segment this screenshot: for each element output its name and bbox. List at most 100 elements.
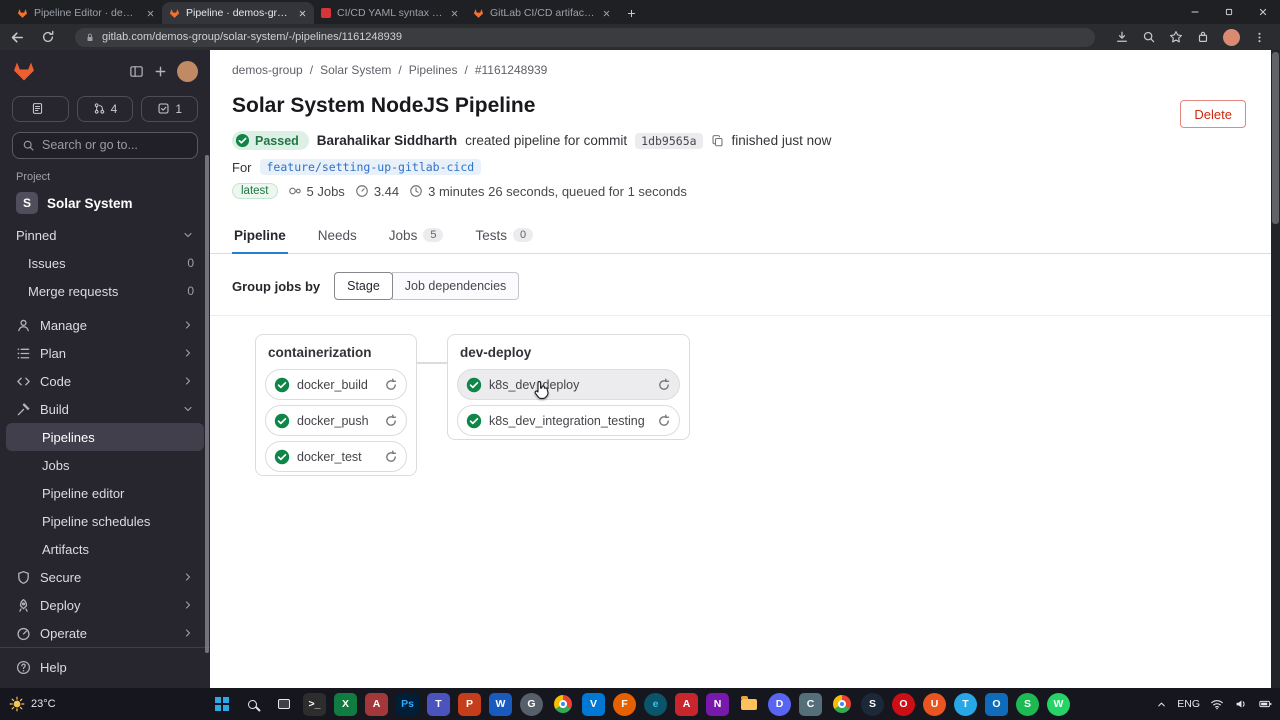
sidebar-item-issues[interactable]: Issues 0 xyxy=(6,249,204,277)
telegram-icon[interactable]: T xyxy=(954,692,977,716)
project-item[interactable]: S Solar System xyxy=(6,187,204,219)
retry-job-icon[interactable] xyxy=(384,377,398,392)
teams-icon[interactable]: T xyxy=(427,692,450,716)
job-k8s-dev-integration-testing[interactable]: k8s_dev_integration_testing xyxy=(457,405,680,436)
edge-icon[interactable]: e xyxy=(644,692,667,716)
reload-icon[interactable] xyxy=(41,30,55,44)
sidebar-item-pipeline-schedules[interactable]: Pipeline schedules xyxy=(6,507,204,535)
browser-tab-2-active[interactable]: Pipeline · demos-group / Solar Sys xyxy=(162,2,314,24)
onenote-icon[interactable]: N xyxy=(706,692,729,716)
volume-icon[interactable] xyxy=(1234,697,1248,711)
sidebar-scrollbar-thumb[interactable] xyxy=(205,155,209,653)
issues-shortcut-button[interactable] xyxy=(12,95,69,122)
battery-icon[interactable] xyxy=(1258,697,1273,711)
sidebar-item-secure[interactable]: Secure xyxy=(6,563,204,591)
copy-icon[interactable] xyxy=(711,134,724,147)
minimize-button[interactable] xyxy=(1178,0,1212,24)
breadcrumb-project[interactable]: Solar System xyxy=(320,63,391,77)
terminal-icon[interactable]: >_ xyxy=(303,692,326,716)
task-view-icon[interactable] xyxy=(272,693,295,716)
sidebar-item-deploy[interactable]: Deploy xyxy=(6,591,204,619)
todos-shortcut-button[interactable]: 1 xyxy=(141,95,199,122)
photoshop-icon[interactable]: Ps xyxy=(396,692,419,716)
sidebar-item-pipeline-editor[interactable]: Pipeline editor xyxy=(6,479,204,507)
tab-pipeline[interactable]: Pipeline xyxy=(232,218,288,254)
tab-close-icon[interactable] xyxy=(146,9,155,18)
page-scrollbar[interactable] xyxy=(1271,50,1280,688)
search-icon[interactable] xyxy=(241,693,264,716)
retry-job-icon[interactable] xyxy=(384,449,398,464)
sidebar-item-jobs[interactable]: Jobs xyxy=(6,451,204,479)
whatsapp-icon[interactable]: W xyxy=(1047,692,1070,716)
page-scrollbar-thumb[interactable] xyxy=(1272,52,1279,224)
sidebar-item-code[interactable]: Code xyxy=(6,367,204,395)
tab-jobs[interactable]: Jobs 5 xyxy=(387,218,446,254)
tab-tests[interactable]: Tests 0 xyxy=(473,218,535,254)
tray-chevron-up-icon[interactable] xyxy=(1156,699,1167,710)
chrome-icon[interactable] xyxy=(551,693,574,716)
sidebar-item-plan[interactable]: Plan xyxy=(6,339,204,367)
file-explorer-icon[interactable] xyxy=(737,693,760,716)
group-by-stage-button[interactable]: Stage xyxy=(334,272,393,300)
browser-tab-3[interactable]: CI/CD YAML syntax reference | GitLab xyxy=(314,2,466,24)
new-tab-button[interactable] xyxy=(618,2,644,24)
camera-icon[interactable]: C xyxy=(799,692,822,716)
start-icon[interactable] xyxy=(210,693,233,716)
sidebar-collapse-icon[interactable] xyxy=(129,64,144,79)
group-by-job-dependencies-button[interactable]: Job dependencies xyxy=(391,272,520,300)
steam-icon[interactable]: S xyxy=(861,692,884,716)
delete-button[interactable]: Delete xyxy=(1180,100,1246,128)
tab-close-icon[interactable] xyxy=(298,9,307,18)
retry-job-icon[interactable] xyxy=(384,413,398,428)
status-badge[interactable]: Passed xyxy=(232,131,309,150)
access-icon[interactable]: A xyxy=(365,692,388,716)
spotify-icon[interactable]: S xyxy=(1016,692,1039,716)
merge-requests-shortcut-button[interactable]: 4 xyxy=(76,95,134,122)
tab-needs[interactable]: Needs xyxy=(316,218,359,254)
browser-tab-4[interactable]: GitLab CI/CD artifacts reports types xyxy=(466,2,618,24)
retry-job-icon[interactable] xyxy=(657,377,671,392)
powerpoint-icon[interactable]: P xyxy=(458,692,481,716)
pipeline-author[interactable]: Barahalikar Siddharth xyxy=(317,133,457,148)
downloads-icon[interactable] xyxy=(1115,30,1129,44)
sidebar-item-pipelines[interactable]: Pipelines xyxy=(6,423,204,451)
job-docker-build[interactable]: docker_build xyxy=(265,369,407,400)
sidebar-item-operate[interactable]: Operate xyxy=(6,619,204,647)
language-indicator[interactable]: ENG xyxy=(1177,698,1200,710)
address-bar[interactable]: gitlab.com/demos-group/solar-system/-/pi… xyxy=(75,27,1095,47)
menu-kebab-icon[interactable] xyxy=(1253,31,1266,44)
firefox-icon[interactable]: F xyxy=(613,692,636,716)
job-k8s-dev-deploy[interactable]: k8s_dev_deploy xyxy=(457,369,680,400)
zoom-icon[interactable] xyxy=(1142,30,1156,44)
maximize-button[interactable] xyxy=(1212,0,1246,24)
github-icon[interactable]: G xyxy=(520,692,543,716)
search-input[interactable]: Search or go to... xyxy=(12,131,198,160)
plus-icon[interactable] xyxy=(153,64,168,79)
chrome-profile-icon[interactable] xyxy=(830,693,853,716)
commit-sha-chip[interactable]: 1db9565a xyxy=(635,132,703,149)
tab-close-icon[interactable] xyxy=(450,9,459,18)
weather-widget[interactable]: 23°C xyxy=(9,696,56,712)
gitlab-logo[interactable] xyxy=(12,60,36,84)
wifi-icon[interactable] xyxy=(1210,697,1224,711)
back-icon[interactable] xyxy=(10,30,25,45)
opera-icon[interactable]: O xyxy=(892,692,915,716)
pinned-section-header[interactable]: Pinned xyxy=(6,221,204,249)
breadcrumb-group[interactable]: demos-group xyxy=(232,63,303,77)
profile-avatar[interactable] xyxy=(1223,28,1240,46)
sidebar-item-help[interactable]: Help xyxy=(6,653,204,681)
sidebar-item-merge-requests[interactable]: Merge requests 0 xyxy=(6,277,204,305)
vscode-icon[interactable]: V xyxy=(582,692,605,716)
outlook-icon[interactable]: O xyxy=(985,692,1008,716)
bookmark-star-icon[interactable] xyxy=(1169,30,1183,44)
browser-tab-1[interactable]: Pipeline Editor · demos-group / Solar xyxy=(10,2,162,24)
excel-icon[interactable]: X xyxy=(334,692,357,716)
ubuntu-icon[interactable]: U xyxy=(923,692,946,716)
close-window-button[interactable] xyxy=(1246,0,1280,24)
branch-chip[interactable]: feature/setting-up-gitlab-cicd xyxy=(259,159,482,175)
sidebar-item-manage[interactable]: Manage xyxy=(6,311,204,339)
sidebar-item-build[interactable]: Build xyxy=(6,395,204,423)
retry-job-icon[interactable] xyxy=(657,413,671,428)
breadcrumb-pipelines[interactable]: Pipelines xyxy=(409,63,458,77)
job-docker-push[interactable]: docker_push xyxy=(265,405,407,436)
